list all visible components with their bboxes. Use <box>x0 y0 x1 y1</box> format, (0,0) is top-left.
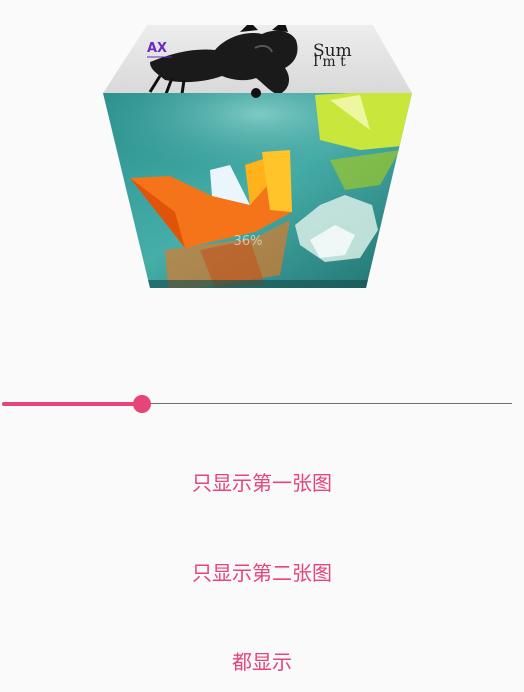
cube-center-dot <box>251 88 261 98</box>
show-second-image-button[interactable]: 只显示第二张图 <box>0 559 524 587</box>
slider-thumb[interactable] <box>133 395 152 413</box>
show-first-image-button[interactable]: 只显示第一张图 <box>0 469 524 497</box>
show-both-images-button[interactable]: 都显示 <box>0 648 524 676</box>
image-cube[interactable]: AX Sum I'm t 36% <box>0 0 524 300</box>
cube-top-face: AX Sum I'm t <box>103 25 412 93</box>
cube-front-face <box>103 93 412 288</box>
progress-text: 36% <box>233 234 263 249</box>
cube-rotation-slider[interactable] <box>0 392 524 416</box>
svg-text:I'm t: I'm t <box>313 54 346 70</box>
top-logo-text: AX <box>147 41 167 56</box>
slider-fill <box>2 402 143 406</box>
cube-graphic: AX Sum I'm t <box>103 25 412 288</box>
